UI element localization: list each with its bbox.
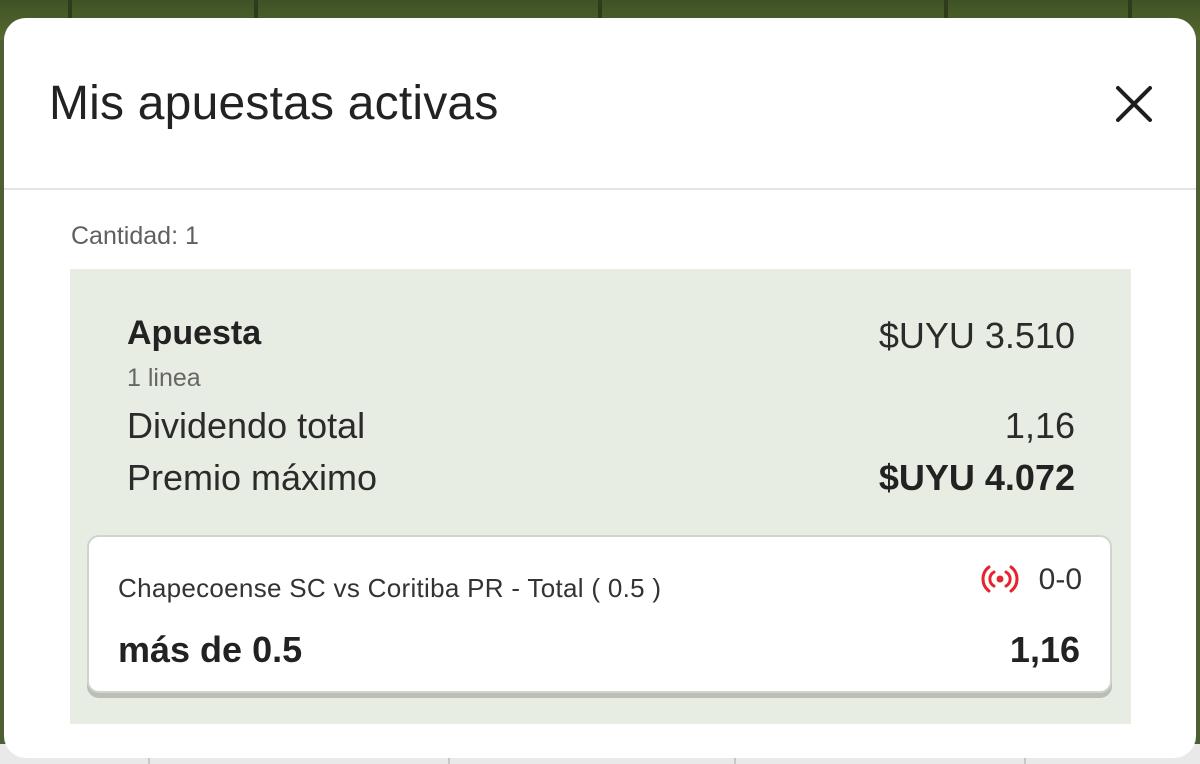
- bets-count: Cantidad: 1: [71, 222, 199, 250]
- max-prize-label: Premio máximo: [127, 457, 378, 498]
- live-score: 0-0: [1038, 563, 1082, 596]
- close-button[interactable]: [1110, 80, 1158, 128]
- modal-title: Mis apuestas activas: [49, 77, 499, 130]
- bet-lines-count: 1 linea: [127, 364, 201, 392]
- modal-header: Mis apuestas activas: [4, 18, 1196, 190]
- bet-selection-card[interactable]: Chapecoense SC vs Coritiba PR - Total ( …: [87, 535, 1112, 693]
- selection-event: Chapecoense SC vs Coritiba PR - Total ( …: [118, 573, 662, 603]
- close-icon: [1116, 86, 1152, 122]
- bet-title: Apuesta: [127, 314, 262, 352]
- selection-pick: más de 0.5: [118, 629, 303, 670]
- total-dividend-value: 1,16: [1004, 405, 1075, 446]
- bet-summary-panel: Apuesta 1 linea $UYU 3.510 Dividendo tot…: [70, 269, 1131, 724]
- total-dividend-label: Dividendo total: [127, 405, 366, 446]
- selection-odds: 1,16: [1009, 629, 1080, 670]
- active-bets-modal: Mis apuestas activas Cantidad: 1 Apuesta…: [4, 18, 1196, 758]
- bet-amount: $UYU 3.510: [878, 315, 1075, 356]
- max-prize-value: $UYU 4.072: [878, 457, 1075, 498]
- live-broadcast-icon: [978, 561, 1022, 597]
